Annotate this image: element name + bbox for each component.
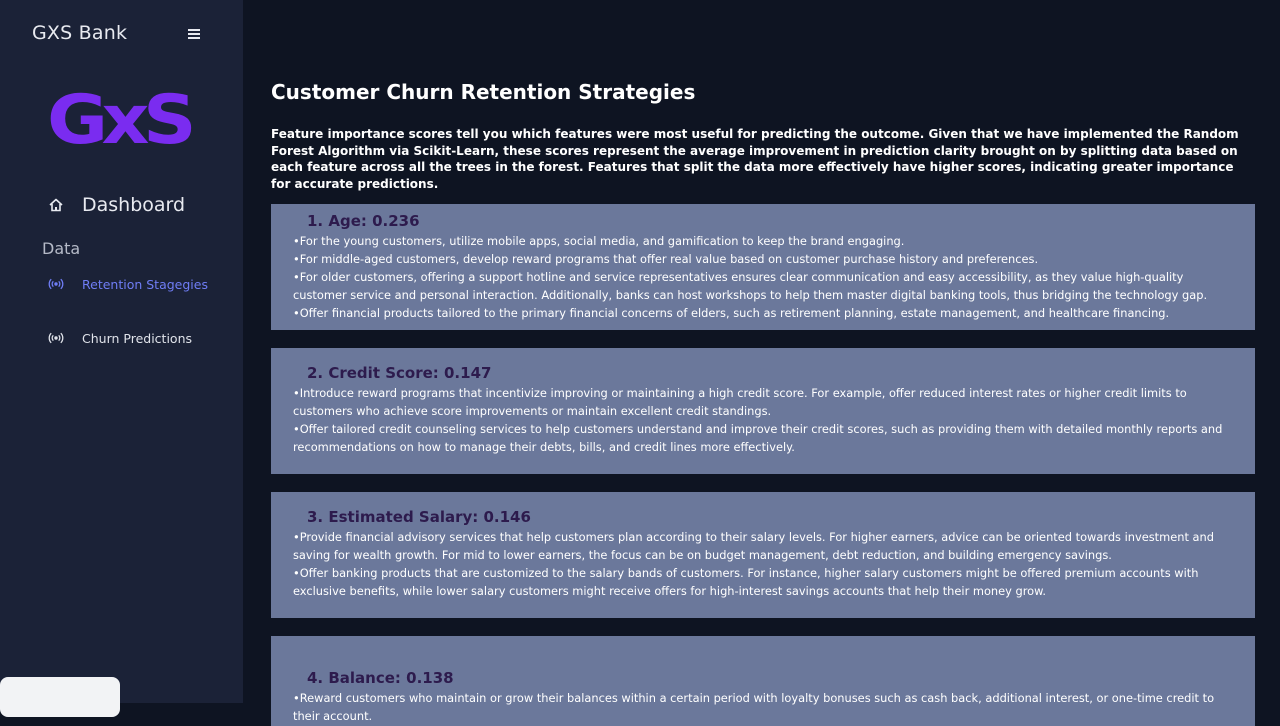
brand-name: GXS Bank [32, 22, 128, 44]
home-icon [48, 197, 64, 213]
intro-paragraph: Feature importance scores tell you which… [271, 127, 1239, 192]
list-item: For older customers, offering a support … [293, 268, 1237, 304]
card-title: 2. Credit Score: 0.147 [307, 364, 492, 382]
sidebar: GXS Bank GxS Dashboard Data Retention St… [0, 0, 243, 717]
list-item: Reward customers who maintain or grow th… [293, 689, 1237, 725]
broadcast-icon [48, 330, 64, 346]
sidebar-item-label: Retention Stagegies [82, 276, 208, 292]
card-title: 1. Age: 0.236 [307, 212, 420, 230]
list-item: For the young customers, utilize mobile … [293, 232, 1237, 250]
sidebar-item-label: Dashboard [82, 194, 186, 216]
list-item: Offer tailored credit counseling service… [293, 420, 1237, 456]
sidebar-item-churn-predictions[interactable]: Churn Predictions [48, 330, 192, 346]
card-title: 4. Balance: 0.138 [307, 669, 454, 687]
gxs-logo: GxS [47, 81, 197, 160]
moon-icon[interactable] [264, 15, 282, 33]
strategy-card-age: 1. Age: 0.236 For the young customers, u… [271, 204, 1255, 330]
svg-text:GxS: GxS [47, 86, 191, 148]
list-item: Offer banking products that are customiz… [293, 564, 1237, 600]
card-title: 3. Estimated Salary: 0.146 [307, 508, 531, 526]
list-item: Offer financial products tailored to the… [293, 304, 1237, 322]
page-title: Customer Churn Retention Strategies [271, 80, 696, 104]
list-item: Provide financial advisory services that… [293, 528, 1237, 564]
list-item: For middle-aged customers, develop rewar… [293, 250, 1237, 268]
sidebar-item-label: Churn Predictions [82, 330, 192, 346]
list-item: Introduce reward programs that incentivi… [293, 384, 1237, 420]
sidebar-item-retention-strategies[interactable]: Retention Stagegies [48, 276, 208, 292]
section-label-data: Data [42, 239, 81, 258]
broadcast-icon [48, 276, 64, 292]
strategy-card-credit-score: 2. Credit Score: 0.147 Introduce reward … [271, 348, 1255, 474]
strategy-card-estimated-salary: 3. Estimated Salary: 0.146 Provide finan… [271, 492, 1255, 618]
hamburger-icon[interactable] [186, 27, 204, 41]
strategy-card-balance: 4. Balance: 0.138 Reward customers who m… [271, 636, 1255, 726]
bottom-panel-stub [0, 677, 120, 717]
sidebar-item-dashboard[interactable]: Dashboard [48, 190, 185, 220]
